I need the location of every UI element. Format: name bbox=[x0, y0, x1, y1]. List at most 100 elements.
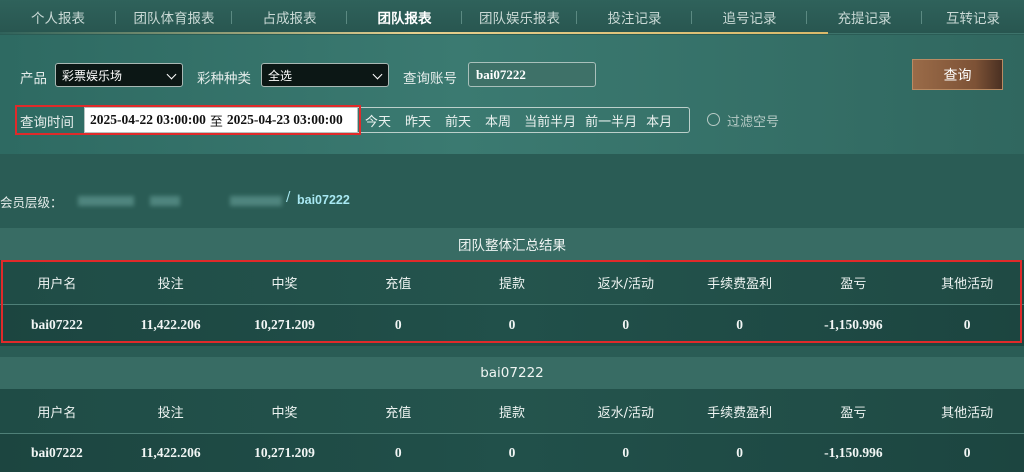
cell-other-activity: 0 bbox=[963, 317, 971, 332]
header-fee-profit: 手续费盈利 bbox=[707, 405, 773, 421]
header-other-activity: 其他活动 bbox=[941, 276, 994, 292]
tab-label: 团队体育报表 bbox=[133, 10, 215, 27]
header-withdraw: 提款 bbox=[499, 405, 526, 421]
filter-empty-radio[interactable] bbox=[707, 113, 720, 126]
cell-profit-loss: -1,150.996 bbox=[824, 444, 883, 460]
summary-title: 团队整体汇总结果 bbox=[0, 228, 1024, 260]
tab-label: 互转记录 bbox=[946, 10, 1000, 27]
redacted-block bbox=[78, 196, 134, 206]
account-label: 查询账号 bbox=[403, 71, 457, 87]
detail-table: 用户名 投注 中奖 充值 提款 返水/活动 手续费盈利 盈亏 其他活动 bai0… bbox=[0, 389, 1024, 472]
header-win: 中奖 bbox=[271, 405, 298, 421]
redacted-block bbox=[230, 196, 282, 206]
tab-underline bbox=[0, 32, 828, 34]
redacted-block bbox=[150, 196, 180, 206]
product-select[interactable]: 彩票娱乐场 bbox=[55, 63, 183, 87]
cell-deposit: 0 bbox=[394, 317, 402, 332]
tab-team-entertainment-report[interactable]: 团队娱乐报表 bbox=[462, 0, 577, 34]
header-deposit: 充值 bbox=[385, 405, 412, 421]
cell-win: 10,271.209 bbox=[254, 317, 315, 332]
cell-profit-loss: -1,150.996 bbox=[824, 317, 883, 332]
header-rebate: 返水/活动 bbox=[597, 276, 654, 292]
lottery-type-select[interactable]: 全选 bbox=[261, 63, 389, 87]
cell-fee-profit: 0 bbox=[736, 444, 743, 460]
tab-deposit-withdraw-records[interactable]: 充提记录 bbox=[807, 0, 922, 34]
header-profit-loss: 盈亏 bbox=[840, 276, 867, 292]
date-start: 2025-04-22 03:00:00 bbox=[90, 112, 206, 127]
lottery-type-select-value: 全选 bbox=[268, 68, 293, 83]
quick-range-today[interactable]: 今天 bbox=[365, 111, 391, 130]
cell-withdraw: 0 bbox=[508, 317, 516, 332]
cell-username: bai07222 bbox=[31, 317, 83, 332]
table-row: bai07222 11,422.206 10,271.209 0 0 0 0 -… bbox=[0, 304, 1024, 346]
cell-rebate: 0 bbox=[622, 317, 630, 332]
header-deposit: 充值 bbox=[385, 276, 412, 292]
tab-label: 投注记录 bbox=[607, 10, 662, 27]
row-divider bbox=[0, 433, 1024, 434]
report-tabs: 个人报表 团队体育报表 占成报表 团队报表 团队娱乐报表 投注记录 追号记录 充… bbox=[0, 0, 1024, 34]
date-end: 2025-04-23 03:00:00 bbox=[226, 112, 343, 127]
cell-win: 10,271.209 bbox=[254, 444, 315, 460]
header-withdraw: 提款 bbox=[499, 276, 526, 292]
member-level-row: 会员层级： bbox=[0, 190, 63, 212]
table-header-row: 用户名 投注 中奖 充值 提款 返水/活动 手续费盈利 盈亏 其他活动 bbox=[0, 389, 1024, 433]
product-label: 产品 bbox=[20, 71, 47, 87]
filter-empty-label: 过滤空号 bbox=[727, 115, 780, 130]
cell-other-activity: 0 bbox=[963, 444, 971, 460]
cell-withdraw: 0 bbox=[508, 444, 516, 460]
tab-bet-records[interactable]: 投注记录 bbox=[577, 0, 692, 34]
tab-label: 团队报表 bbox=[377, 10, 432, 27]
member-path-separator: / bbox=[286, 190, 291, 205]
chevron-down-icon bbox=[166, 69, 177, 80]
summary-table: 用户名 投注 中奖 充值 提款 返水/活动 手续费盈利 盈亏 其他活动 bai0… bbox=[0, 260, 1024, 346]
filter-panel: 产品 彩票娱乐场 彩种种类 全选 查询账号 bai07222 查询 查询时间 2… bbox=[0, 35, 1024, 154]
tab-label: 团队娱乐报表 bbox=[479, 10, 560, 27]
account-input[interactable]: bai07222 bbox=[468, 62, 596, 87]
lottery-type-label: 彩种种类 bbox=[197, 71, 251, 87]
tab-team-sports-report[interactable]: 团队体育报表 bbox=[116, 0, 232, 34]
tab-personal-report[interactable]: 个人报表 bbox=[0, 0, 116, 34]
header-bet: 投注 bbox=[157, 276, 184, 292]
cell-bet: 11,422.206 bbox=[140, 317, 201, 332]
tab-share-report[interactable]: 占成报表 bbox=[232, 0, 347, 34]
header-rebate: 返水/活动 bbox=[597, 405, 654, 421]
quick-range-group: 今天 昨天 前天 本周 当前半月 前一半月 本月 bbox=[358, 107, 690, 133]
tab-team-report[interactable]: 团队报表 bbox=[347, 0, 462, 34]
cell-username: bai07222 bbox=[31, 444, 83, 460]
header-profit-loss: 盈亏 bbox=[840, 405, 867, 421]
tab-label: 追号记录 bbox=[722, 10, 777, 27]
member-level-label: 会员层级： bbox=[0, 194, 63, 210]
date-separator: 至 bbox=[209, 114, 223, 130]
header-username: 用户名 bbox=[37, 405, 77, 421]
tab-chase-records[interactable]: 追号记录 bbox=[692, 0, 807, 34]
quick-range-current-half-month[interactable]: 当前半月 bbox=[524, 111, 576, 130]
quick-range-yesterday[interactable]: 昨天 bbox=[405, 111, 431, 130]
product-select-value: 彩票娱乐场 bbox=[62, 68, 123, 83]
table-header-row: 用户名 投注 中奖 充值 提款 返水/活动 手续费盈利 盈亏 其他活动 bbox=[0, 260, 1024, 304]
tab-label: 个人报表 bbox=[31, 10, 85, 27]
cell-bet: 11,422.206 bbox=[140, 444, 201, 460]
detail-title: bai07222 bbox=[0, 357, 1024, 389]
header-fee-profit: 手续费盈利 bbox=[707, 276, 773, 292]
header-username: 用户名 bbox=[37, 276, 77, 292]
quick-range-day-before[interactable]: 前天 bbox=[445, 111, 471, 130]
cell-deposit: 0 bbox=[394, 444, 402, 460]
header-bet: 投注 bbox=[157, 405, 184, 421]
quick-range-this-week[interactable]: 本周 bbox=[485, 111, 511, 130]
cell-rebate: 0 bbox=[622, 444, 630, 460]
member-current-user-link[interactable]: bai07222 bbox=[297, 193, 350, 207]
query-button[interactable]: 查询 bbox=[912, 59, 1003, 90]
quick-range-this-month[interactable]: 本月 bbox=[646, 111, 672, 130]
tab-label: 充提记录 bbox=[837, 10, 892, 27]
date-range-input[interactable]: 2025-04-22 03:00:00 至 2025-04-23 03:00:0… bbox=[84, 107, 358, 133]
quick-range-previous-half-month[interactable]: 前一半月 bbox=[585, 111, 637, 130]
cell-fee-profit: 0 bbox=[736, 317, 743, 332]
header-win: 中奖 bbox=[271, 276, 298, 292]
tab-transfer-records[interactable]: 互转记录 bbox=[922, 0, 1024, 34]
table-row: bai07222 11,422.206 10,271.209 0 0 0 0 -… bbox=[0, 433, 1024, 472]
row-divider bbox=[0, 304, 1024, 305]
chevron-down-icon bbox=[372, 69, 383, 80]
tab-label: 占成报表 bbox=[262, 10, 317, 27]
header-other-activity: 其他活动 bbox=[941, 405, 994, 421]
query-time-label: 查询时间 bbox=[20, 115, 74, 131]
